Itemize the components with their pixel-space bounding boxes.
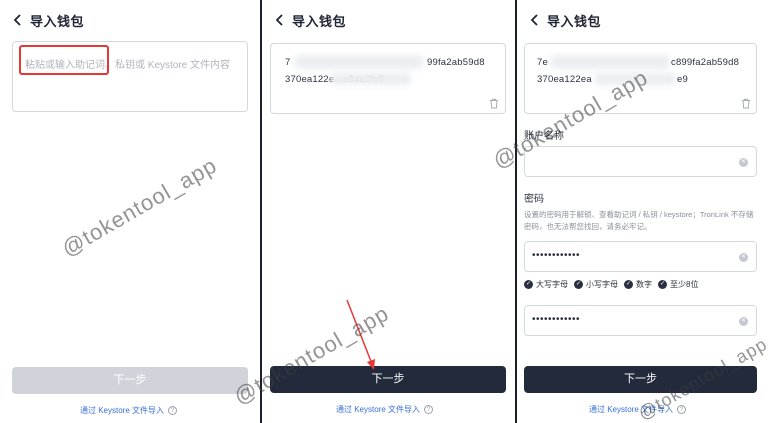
- arrow-head: [367, 359, 375, 370]
